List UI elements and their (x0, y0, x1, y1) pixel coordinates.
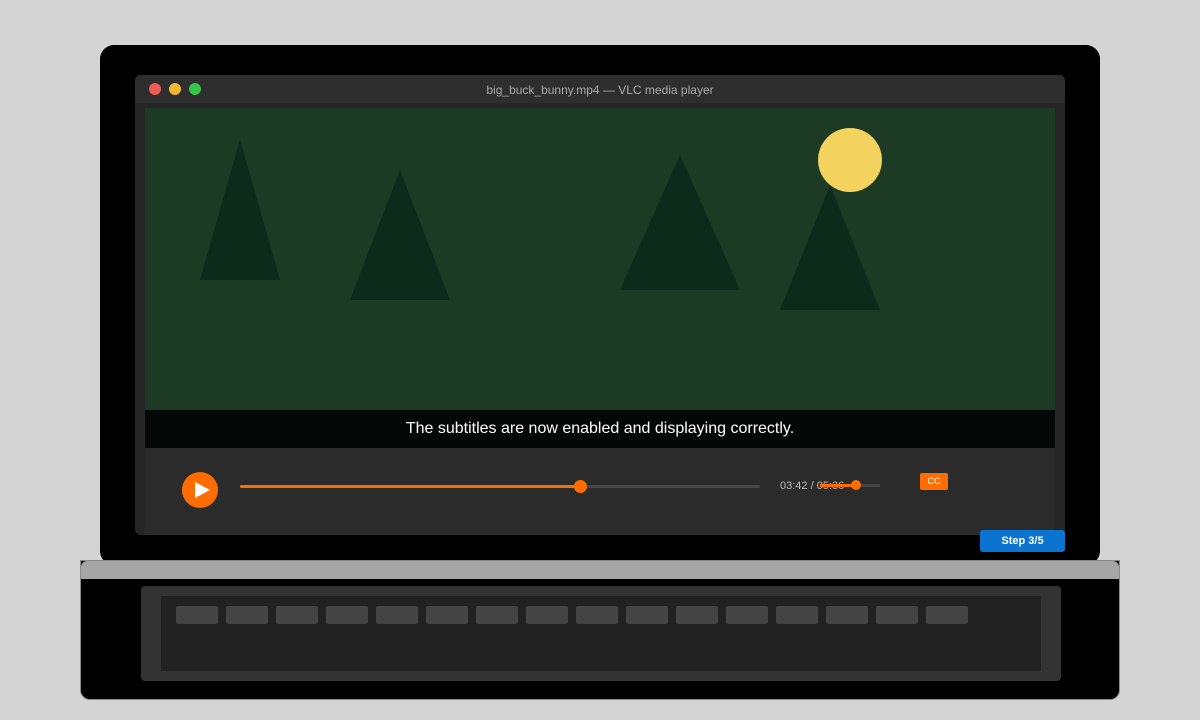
key (676, 606, 718, 624)
key (426, 606, 468, 624)
vlc-window: big_buck_bunny.mp4 — VLC media player Th… (135, 75, 1065, 535)
tree-shape (780, 185, 880, 310)
laptop-base (80, 560, 1120, 700)
video-frame[interactable] (145, 108, 1055, 410)
keyboard-well (141, 586, 1061, 681)
volume-handle[interactable] (851, 480, 861, 490)
key (326, 606, 368, 624)
key (576, 606, 618, 624)
key (726, 606, 768, 624)
subtitles-button[interactable]: CC (920, 473, 948, 490)
key (926, 606, 968, 624)
subtitle-text: The subtitles are now enabled and displa… (145, 410, 1055, 448)
key-row (176, 606, 968, 624)
keyboard (161, 596, 1041, 671)
playback-controls: 03:42 / 05:36 CC (145, 448, 1055, 535)
key (776, 606, 818, 624)
laptop-hinge (81, 561, 1119, 579)
key (176, 606, 218, 624)
key (276, 606, 318, 624)
key (476, 606, 518, 624)
key (876, 606, 918, 624)
seek-bar[interactable] (240, 480, 760, 493)
window-title: big_buck_bunny.mp4 — VLC media player (486, 83, 714, 97)
play-icon (195, 482, 210, 498)
seek-handle[interactable] (574, 480, 588, 493)
key (526, 606, 568, 624)
volume-slider[interactable] (820, 480, 880, 490)
key (226, 606, 268, 624)
tree-shape (200, 140, 280, 280)
step-badge: Step 3/5 (980, 530, 1065, 552)
title-bar: big_buck_bunny.mp4 — VLC media player (135, 75, 1065, 103)
sun-shape (818, 128, 882, 192)
play-button[interactable] (182, 472, 218, 508)
key (376, 606, 418, 624)
seek-bar-progress (240, 485, 581, 488)
tree-shape (620, 155, 740, 290)
key (826, 606, 868, 624)
tree-shape (350, 170, 450, 300)
key (626, 606, 668, 624)
